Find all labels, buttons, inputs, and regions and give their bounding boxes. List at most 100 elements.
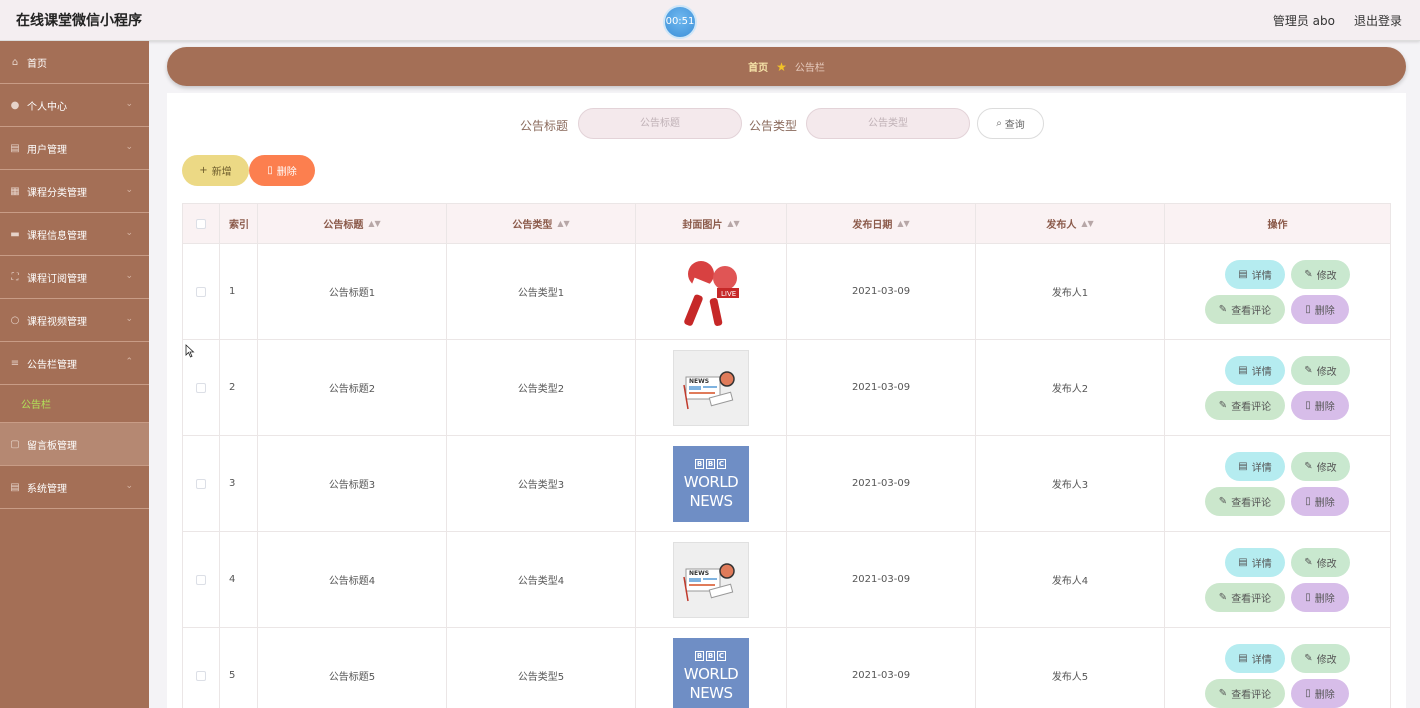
sidebar: ⌂ 首页 ● 个人中心 ⌄ ▤ 用户管理 ⌄ ▦ 课程分类管理 ⌄ ▬ 课程信息… (0, 41, 149, 708)
delete-button[interactable]: ▯ 删除 (1291, 678, 1349, 708)
row-checkbox[interactable] (196, 286, 206, 297)
row-type: 公告类型1 (447, 244, 636, 339)
column-header-publisher[interactable]: 发布人 ▲▼ (976, 204, 1165, 243)
view-comments-button[interactable]: ✎ 查看评论 (1205, 678, 1285, 708)
sort-icon[interactable]: ▲▼ (1081, 219, 1093, 228)
row-type: 公告类型5 (447, 628, 636, 708)
sort-icon[interactable]: ▲▼ (368, 219, 380, 228)
sidebar-item-label: 课程视频管理 (27, 316, 87, 328)
row-select-cell (183, 532, 220, 627)
column-header-label: 封面图片 (682, 220, 723, 231)
row-index: 3 (220, 436, 258, 531)
view-comments-button[interactable]: ✎ 查看评论 (1205, 582, 1285, 612)
row-index: 4 (220, 532, 258, 627)
row-select-cell (183, 628, 220, 708)
sidebar-item-personal-center[interactable]: ● 个人中心 ⌄ (0, 84, 149, 127)
detail-button[interactable]: ▤ 详情 (1225, 259, 1285, 289)
type-search-input[interactable]: 公告类型 (806, 108, 970, 139)
sidebar-item-home[interactable]: ⌂ 首页 (0, 41, 149, 84)
row-checkbox[interactable] (196, 382, 206, 393)
list-icon: ▤ (10, 142, 20, 154)
pencil-icon: ✎ (1304, 652, 1313, 664)
notice-table: 索引 公告标题 ▲▼ 公告类型 ▲▼ 封面图片 ▲▼ 发布日期 ▲▼ 发布人 ▲▼ 操作 … (182, 203, 1391, 708)
table-row: 5 公告标题5 公告类型5 B B C WORLD NEWS 2021-03-0… (183, 628, 1390, 708)
detail-button[interactable]: ▤ 详情 (1225, 451, 1285, 481)
table-row: 1 公告标题1 公告类型1 LIVE 2021-03-09 发布人1 ▤ 详情 … (183, 244, 1390, 340)
query-button[interactable]: ⌕ 查询 (977, 108, 1044, 139)
row-checkbox[interactable] (196, 670, 206, 681)
sort-icon[interactable]: ▲▼ (897, 219, 909, 228)
table-header: 索引 公告标题 ▲▼ 公告类型 ▲▼ 封面图片 ▲▼ 发布日期 ▲▼ 发布人 ▲▼ 操作 (183, 204, 1390, 244)
title-search-input[interactable]: 公告标题 (578, 108, 742, 139)
edit-label: 修改 (1316, 462, 1337, 474)
column-header-title[interactable]: 公告标题 ▲▼ (258, 204, 447, 243)
delete-label: 删除 (1314, 401, 1335, 413)
delete-button[interactable]: ▯ 删除 (1291, 486, 1349, 516)
row-select-cell (183, 436, 220, 531)
view-comments-button[interactable]: ✎ 查看评论 (1205, 486, 1285, 516)
row-publisher: 发布人4 (976, 532, 1165, 627)
edit-button[interactable]: ✎ 修改 (1291, 259, 1350, 289)
edit-button[interactable]: ✎ 修改 (1291, 451, 1350, 481)
sidebar-item-course-video[interactable]: ○ 课程视频管理 ⌄ (0, 299, 149, 342)
row-publisher: 发布人2 (976, 340, 1165, 435)
view-comments-button[interactable]: ✎ 查看评论 (1205, 294, 1285, 324)
logout-link[interactable]: 退出登录 (1354, 12, 1402, 29)
row-index: 1 (220, 244, 258, 339)
batch-delete-button[interactable]: ▯ 删除 (249, 155, 315, 186)
sidebar-item-system-management[interactable]: ▤ 系统管理 ⌄ (0, 466, 149, 509)
add-button[interactable]: + 新增 (182, 155, 249, 186)
star-icon: ★ (776, 59, 787, 74)
row-checkbox[interactable] (196, 478, 206, 489)
sidebar-item-course-category[interactable]: ▦ 课程分类管理 ⌄ (0, 170, 149, 213)
sidebar-item-notice-management[interactable]: ≡ 公告栏管理 ⌃ (0, 342, 149, 385)
app-title: 在线课堂微信小程序 (16, 13, 142, 29)
user-icon: ● (10, 99, 20, 111)
edit-button[interactable]: ✎ 修改 (1291, 355, 1350, 385)
delete-button[interactable]: ▯ 删除 (1291, 294, 1349, 324)
column-header-cover[interactable]: 封面图片 ▲▼ (636, 204, 787, 243)
column-header-date[interactable]: 发布日期 ▲▼ (787, 204, 976, 243)
search-form: 公告标题 公告标题 公告类型 公告类型 ⌕ 查询 (167, 108, 1406, 140)
sort-icon[interactable]: ▲▼ (727, 219, 739, 228)
bbc-world-text: WORLD (683, 664, 739, 683)
column-header-type[interactable]: 公告类型 ▲▼ (447, 204, 636, 243)
trash-icon: ▯ (1305, 399, 1311, 411)
row-cover: B B C WORLD NEWS (636, 628, 787, 708)
news-label: NEWS (689, 378, 709, 385)
sort-icon[interactable]: ▲▼ (557, 219, 569, 228)
view-comments-button[interactable]: ✎ 查看评论 (1205, 390, 1285, 420)
row-type: 公告类型3 (447, 436, 636, 531)
breadcrumb-home[interactable]: 首页 (748, 59, 768, 74)
search-icon: ⌕ (996, 118, 1002, 129)
chevron-down-icon: ⌄ (125, 99, 133, 109)
delete-button[interactable]: ▯ 删除 (1291, 582, 1349, 612)
detail-button[interactable]: ▤ 详情 (1225, 547, 1285, 577)
edit-button[interactable]: ✎ 修改 (1291, 643, 1350, 673)
main-panel: 公告标题 公告标题 公告类型 公告类型 ⌕ 查询 + 新增 ▯ 删除 索引 公告… (167, 93, 1406, 708)
row-title: 公告标题1 (258, 244, 447, 339)
chevron-down-icon: ⌄ (125, 185, 133, 195)
select-all-checkbox[interactable] (196, 218, 206, 229)
sidebar-item-course-info[interactable]: ▬ 课程信息管理 ⌄ (0, 213, 149, 256)
detail-button[interactable]: ▤ 详情 (1225, 355, 1285, 385)
row-checkbox[interactable] (196, 574, 206, 585)
detail-button[interactable]: ▤ 详情 (1225, 643, 1285, 673)
sidebar-item-user-management[interactable]: ▤ 用户管理 ⌄ (0, 127, 149, 170)
breadcrumb: 首页 ★ 公告栏 (167, 47, 1406, 86)
sidebar-subitem-notice-board[interactable]: 公告栏 (0, 385, 149, 423)
edit-button[interactable]: ✎ 修改 (1291, 547, 1350, 577)
row-title: 公告标题4 (258, 532, 447, 627)
comments-label: 查看评论 (1231, 305, 1272, 317)
delete-button[interactable]: ▯ 删除 (1291, 390, 1349, 420)
sidebar-item-label: 留言板管理 (27, 440, 77, 452)
detail-label: 详情 (1251, 654, 1272, 666)
sidebar-item-course-subscription[interactable]: ⛶ 课程订阅管理 ⌄ (0, 256, 149, 299)
row-actions: ▤ 详情 ✎ 修改 ✎ 查看评论 ▯ 删除 (1165, 436, 1390, 531)
home-icon: ⌂ (11, 56, 19, 68)
sidebar-item-message-board[interactable]: ▢ 留言板管理 (0, 423, 149, 466)
row-index: 2 (220, 340, 258, 435)
row-date: 2021-03-09 (787, 340, 976, 435)
timer-badge: 00:51 (663, 5, 697, 39)
plus-icon: + (199, 165, 208, 176)
